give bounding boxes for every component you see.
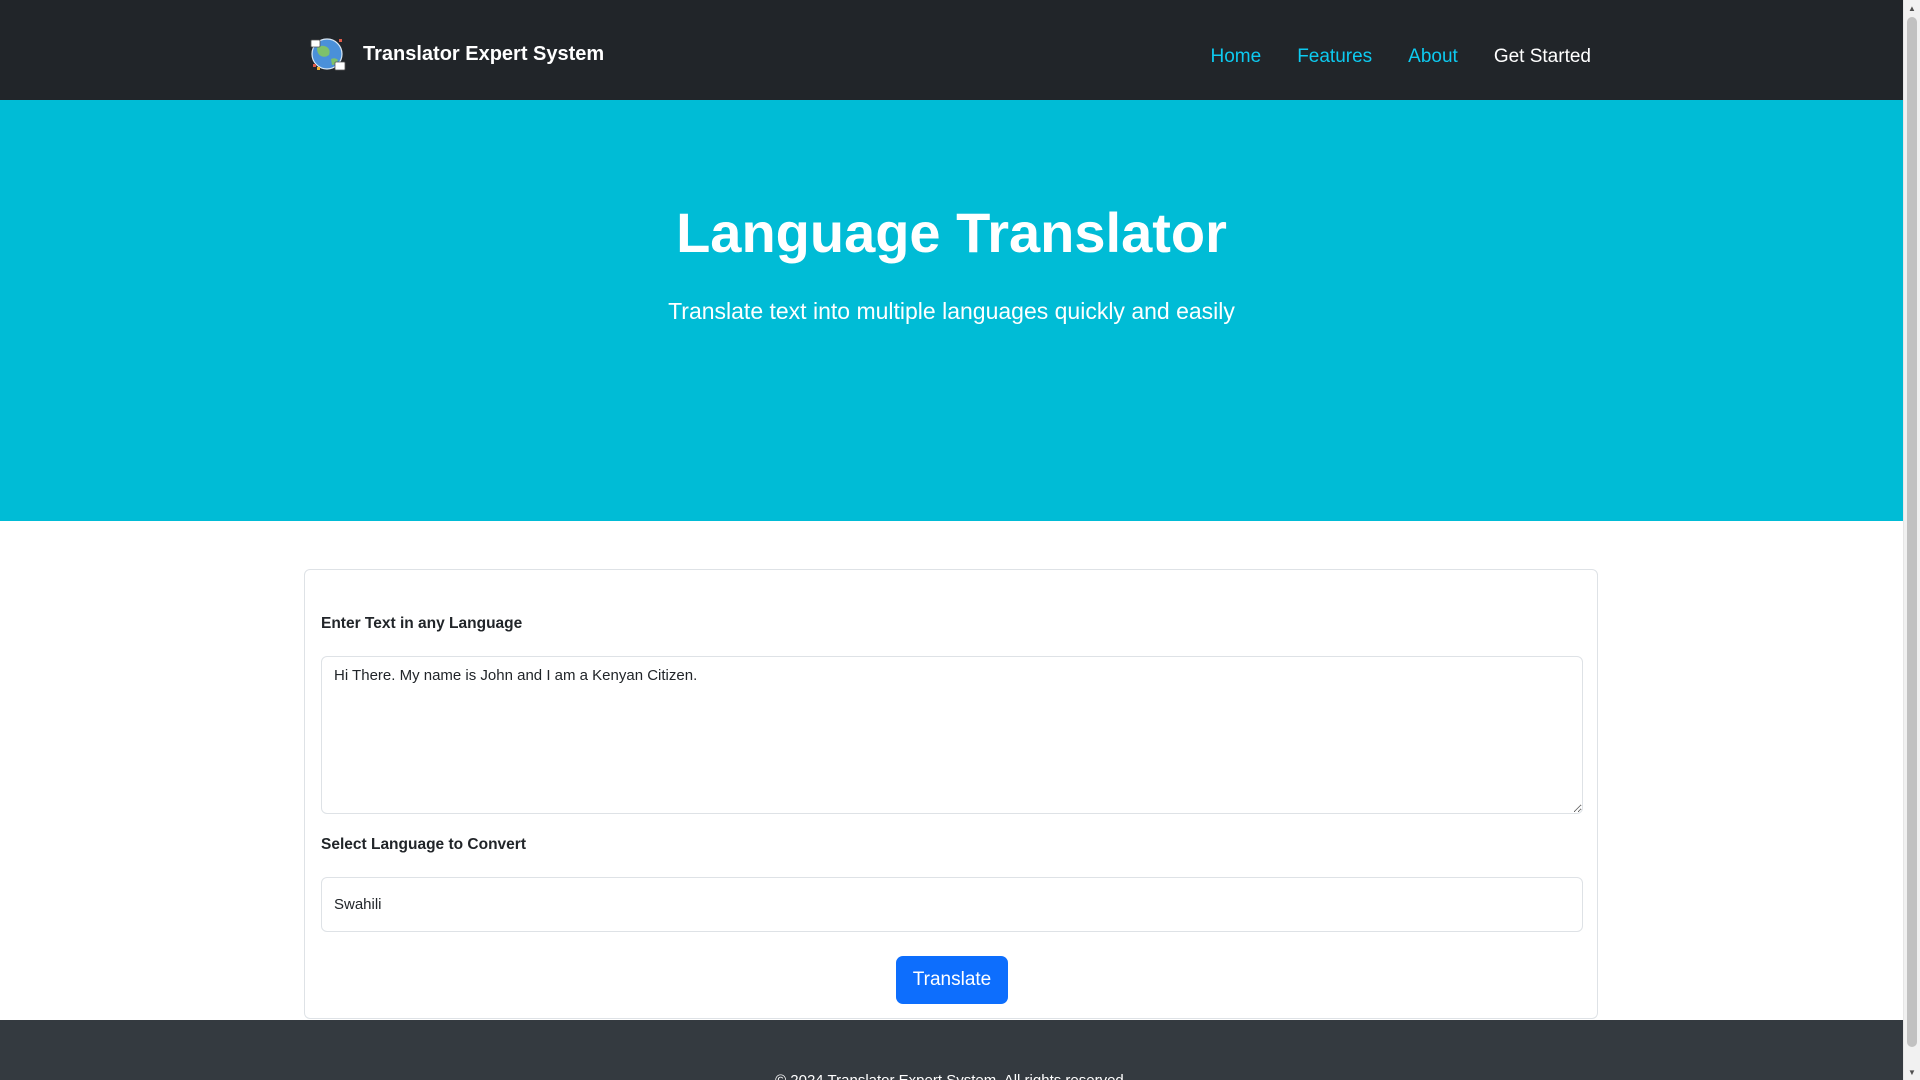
scrollbar-thumb[interactable] <box>1907 17 1917 1047</box>
brand[interactable]: Translator Expert System <box>308 34 604 74</box>
page-scrollbar[interactable]: ▲ ▼ <box>1903 0 1920 1080</box>
language-select-label: Select Language to Convert <box>321 836 526 853</box>
translator-card: Enter Text in any Language Hi There. My … <box>304 569 1598 1019</box>
scroll-up-arrow-icon[interactable]: ▲ <box>1904 0 1920 16</box>
language-select[interactable]: Swahili <box>321 877 1583 932</box>
scroll-down-arrow-icon[interactable]: ▼ <box>1904 1064 1920 1080</box>
hero-subtitle: Translate text into multiple languages q… <box>668 298 1235 324</box>
hero-section: Language Translator Translate text into … <box>0 100 1903 521</box>
nav-link-get-started[interactable]: Get Started <box>1494 46 1591 68</box>
footer-copyright: © 2024 Translator Expert System. All rig… <box>0 1072 1903 1080</box>
hero-title: Language Translator <box>676 201 1227 264</box>
nav-link-home[interactable]: Home <box>1211 46 1262 68</box>
footer: © 2024 Translator Expert System. All rig… <box>0 1020 1903 1080</box>
translate-button[interactable]: Translate <box>896 956 1008 1004</box>
navbar: Translator Expert System Home Features A… <box>0 0 1903 100</box>
brand-title: Translator Expert System <box>363 42 605 65</box>
nav-link-about[interactable]: About <box>1408 46 1458 68</box>
nav-link-features[interactable]: Features <box>1297 46 1372 68</box>
page: Translator Expert System Home Features A… <box>0 0 1903 1080</box>
text-input[interactable]: Hi There. My name is John and I am a Ken… <box>321 656 1583 814</box>
language-select-value: Swahili <box>334 896 382 913</box>
text-input-label: Enter Text in any Language <box>321 615 523 632</box>
nav-links: Home Features About Get Started <box>1211 46 1592 68</box>
globe-translate-icon <box>310 38 346 71</box>
